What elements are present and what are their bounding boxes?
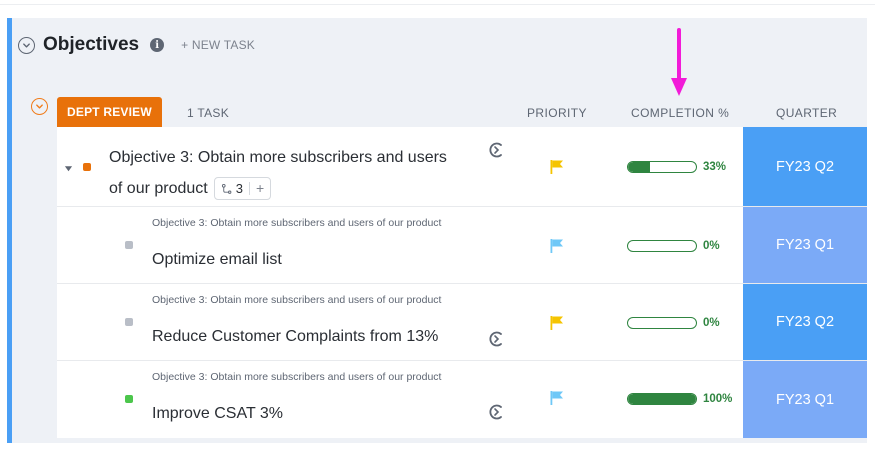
- annotation-arrow-down-icon: [671, 28, 687, 96]
- parent-task-breadcrumb[interactable]: Objective 3: Obtain more subscribers and…: [152, 218, 492, 229]
- list-header: Objectives i + NEW TASK: [18, 33, 255, 57]
- dependency-icon[interactable]: [487, 403, 505, 421]
- parent-task-breadcrumb[interactable]: Objective 3: Obtain more subscribers and…: [152, 295, 492, 306]
- flag-cloth: [552, 239, 563, 247]
- progress-fill: [628, 394, 696, 404]
- flag-pole: [550, 391, 553, 405]
- priority-flag-icon[interactable]: [549, 159, 565, 175]
- task-name[interactable]: Objective 3: Obtain more subscribers and…: [109, 142, 489, 204]
- quarter-cell[interactable]: FY23 Q2: [743, 284, 867, 360]
- subtask-name[interactable]: Optimize email list: [152, 251, 282, 269]
- collapse-group-chevron-icon[interactable]: [31, 98, 48, 115]
- quarter-cell[interactable]: FY23 Q1: [743, 207, 867, 283]
- column-header-quarter[interactable]: QUARTER: [776, 106, 837, 120]
- arrow-head: [671, 78, 687, 96]
- expand-caret-icon[interactable]: [64, 164, 73, 173]
- subtask-row[interactable]: Objective 3: Obtain more subscribers and…: [57, 207, 867, 284]
- progress-track: [627, 317, 697, 329]
- completion-progress[interactable]: 0%: [627, 317, 720, 329]
- flag-cloth: [552, 316, 563, 324]
- flag-cloth: [552, 391, 563, 399]
- group-task-count: 1 TASK: [187, 106, 230, 120]
- completion-progress[interactable]: 0%: [627, 240, 720, 252]
- subtask-status-square[interactable]: [125, 318, 133, 326]
- progress-track: [627, 393, 697, 405]
- add-subtask-button[interactable]: +: [256, 173, 264, 204]
- subtask-icon: [221, 183, 232, 194]
- completion-percent: 100%: [703, 393, 733, 405]
- completion-percent: 0%: [703, 317, 720, 329]
- flag-pole: [550, 160, 553, 174]
- subtask-status-square[interactable]: [125, 241, 133, 249]
- task-row[interactable]: Objective 3: Obtain more subscribers and…: [57, 127, 867, 207]
- flag-cloth: [552, 160, 563, 168]
- completion-percent: 0%: [703, 240, 720, 252]
- column-header-priority[interactable]: PRIORITY: [527, 106, 587, 120]
- subtask-badge[interactable]: 3 +: [213, 177, 272, 201]
- flag-pole: [550, 316, 553, 330]
- flag-pole: [550, 239, 553, 253]
- completion-progress[interactable]: 33%: [627, 161, 726, 173]
- completion-progress[interactable]: 100%: [627, 393, 732, 405]
- column-header-completion[interactable]: COMPLETION %: [631, 106, 729, 120]
- subtask-row[interactable]: Objective 3: Obtain more subscribers and…: [57, 361, 867, 438]
- quarter-cell[interactable]: FY23 Q1: [743, 361, 867, 438]
- list-title[interactable]: Objectives: [43, 34, 139, 56]
- subtask-count: 3: [235, 181, 243, 197]
- badge-divider: [248, 182, 250, 196]
- priority-flag-icon[interactable]: [549, 390, 565, 406]
- task-status-square[interactable]: [83, 163, 91, 171]
- top-divider: [0, 0, 875, 5]
- priority-flag-icon[interactable]: [549, 315, 565, 331]
- dependency-icon[interactable]: [487, 141, 505, 159]
- progress-track: [627, 161, 697, 173]
- subtask-status-square[interactable]: [125, 395, 133, 403]
- progress-fill: [628, 162, 651, 172]
- subtask-row[interactable]: Objective 3: Obtain more subscribers and…: [57, 284, 867, 361]
- completion-percent: 33%: [703, 161, 727, 173]
- task-name-line[interactable]: Objective 3: Obtain more subscribers and…: [109, 149, 447, 166]
- dependency-icon[interactable]: [487, 330, 505, 348]
- quarter-cell[interactable]: FY23 Q2: [743, 127, 867, 206]
- new-task-button[interactable]: + NEW TASK: [181, 38, 255, 52]
- subtask-name[interactable]: Improve CSAT 3%: [152, 405, 283, 423]
- status-group-pill[interactable]: DEPT REVIEW: [57, 97, 162, 127]
- info-icon[interactable]: i: [150, 38, 165, 52]
- priority-flag-icon[interactable]: [549, 238, 565, 254]
- subtask-name[interactable]: Reduce Customer Complaints from 13%: [152, 328, 438, 346]
- collapse-list-chevron-icon[interactable]: [18, 36, 35, 54]
- progress-track: [627, 240, 697, 252]
- parent-task-breadcrumb[interactable]: Objective 3: Obtain more subscribers and…: [152, 372, 492, 383]
- task-name-line[interactable]: of our product: [109, 180, 208, 197]
